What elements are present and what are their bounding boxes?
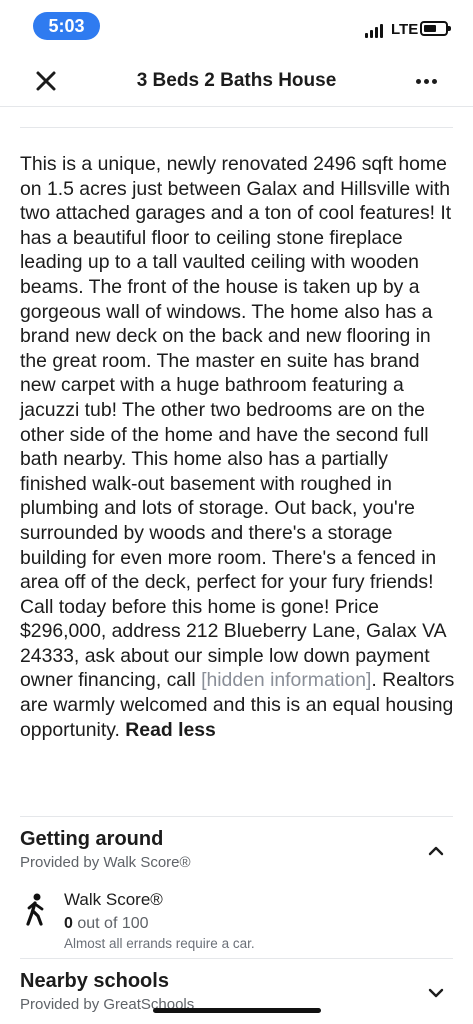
status-time: 5:03	[33, 12, 100, 40]
walk-score-out-of: out of 100	[72, 915, 149, 932]
chevron-up-icon[interactable]	[427, 842, 445, 860]
getting-around-title: Getting around	[20, 828, 164, 850]
listing-description: This is a unique, newly renovated 2496 s…	[20, 152, 460, 742]
signal-icon	[365, 22, 387, 38]
divider	[20, 127, 453, 128]
read-less-link[interactable]: Read less	[125, 719, 216, 741]
walking-person-icon	[26, 893, 44, 926]
network-type: LTE	[391, 21, 419, 38]
close-button[interactable]	[28, 63, 64, 99]
more-options-button[interactable]	[409, 65, 443, 97]
walk-score-note: Almost all errands require a car.	[64, 936, 255, 951]
page-title: 3 Beds 2 Baths House	[136, 70, 337, 91]
close-icon	[36, 71, 56, 91]
top-bar: 3 Beds 2 Baths House	[0, 55, 473, 107]
walk-score-label: Walk Score®	[64, 890, 163, 909]
getting-around-provider: Provided by Walk Score®	[20, 854, 191, 871]
status-bar: 5:03 LTE	[0, 0, 473, 52]
walk-score-value: 0 out of 100	[64, 915, 149, 933]
chevron-down-icon[interactable]	[427, 984, 445, 1002]
walk-score-number: 0	[64, 915, 73, 932]
battery-icon	[420, 21, 451, 36]
home-indicator[interactable]	[153, 1008, 321, 1013]
more-horizontal-icon	[415, 78, 421, 84]
description-text: This is a unique, newly renovated 2496 s…	[20, 153, 452, 692]
divider	[20, 816, 453, 817]
divider	[20, 958, 453, 959]
hidden-phone: [hidden information]	[201, 669, 372, 692]
nearby-schools-title: Nearby schools	[20, 970, 169, 992]
